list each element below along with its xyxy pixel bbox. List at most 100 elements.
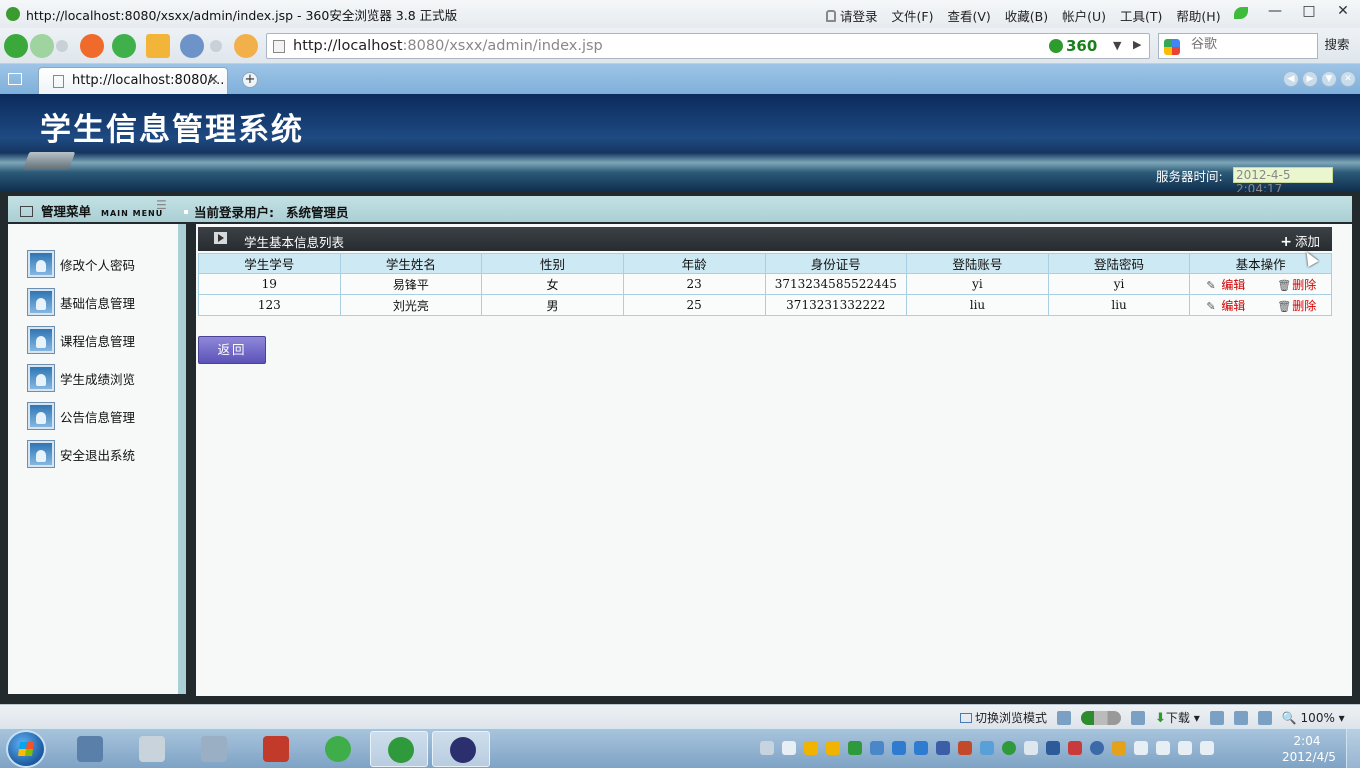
tab-list-icon[interactable]: ▼ bbox=[1321, 71, 1337, 87]
maximize-button[interactable]: □ bbox=[1292, 0, 1326, 24]
chevron-down-icon[interactable]: ▼ bbox=[1113, 39, 1121, 52]
edit-link[interactable]: 编辑 bbox=[1221, 299, 1245, 313]
tray-app-icon[interactable] bbox=[848, 741, 862, 755]
mode-toggle[interactable] bbox=[1081, 710, 1122, 725]
undo-close-icon[interactable] bbox=[180, 34, 204, 58]
toolbox-icon bbox=[263, 736, 289, 762]
switch-mode-button[interactable]: 切换浏览模式 bbox=[960, 709, 1047, 726]
tray-app-icon[interactable] bbox=[936, 741, 950, 755]
add-button[interactable]: + 添加 bbox=[1280, 231, 1320, 250]
google-icon[interactable] bbox=[1164, 39, 1180, 55]
search-box[interactable] bbox=[1158, 33, 1318, 59]
tray-app-icon[interactable] bbox=[980, 741, 994, 755]
tray-app-icon[interactable] bbox=[1024, 741, 1038, 755]
taskbar-app[interactable] bbox=[308, 731, 366, 767]
menu-help[interactable]: 帮助(H) bbox=[1176, 6, 1220, 25]
address-bar[interactable]: http://localhost:8080/xsxx/admin/index.j… bbox=[266, 33, 1150, 59]
qq-icon[interactable] bbox=[804, 741, 818, 755]
menu-view[interactable]: 查看(V) bbox=[947, 6, 990, 25]
shield-icon[interactable] bbox=[892, 741, 906, 755]
panel-icon[interactable] bbox=[1209, 710, 1224, 725]
sidebar-item-grades[interactable]: 学生成绩浏览 bbox=[27, 364, 135, 392]
layout-icon[interactable] bbox=[1233, 710, 1248, 725]
show-desktop-button[interactable] bbox=[1346, 729, 1360, 768]
menu-account[interactable]: 帐户(U) bbox=[1062, 6, 1106, 25]
delete-link[interactable]: 删除 bbox=[1292, 278, 1316, 292]
home-icon[interactable] bbox=[146, 34, 170, 58]
security-badge[interactable]: 360 bbox=[1049, 37, 1097, 55]
network-icon[interactable] bbox=[1178, 741, 1192, 755]
login-menu[interactable]: 请登录 bbox=[826, 6, 878, 25]
tray-app-icon[interactable] bbox=[870, 741, 884, 755]
sidebar-item-logout[interactable]: 安全退出系统 bbox=[27, 440, 135, 468]
windows-taskbar: 2:04 2012/4/5 bbox=[0, 728, 1360, 768]
table-row: 19 易锋平 女 23 3713234585522445 yi yi ✎ 编辑 🗑… bbox=[198, 273, 1332, 295]
history-dropdown-icon[interactable] bbox=[56, 40, 68, 52]
cell-age: 25 bbox=[622, 294, 766, 316]
shield-icon[interactable] bbox=[914, 741, 928, 755]
flag-icon[interactable] bbox=[1134, 741, 1148, 755]
keyboard-icon[interactable] bbox=[760, 741, 774, 755]
speaker-icon[interactable] bbox=[1257, 710, 1272, 725]
menu-tools[interactable]: 工具(T) bbox=[1120, 6, 1162, 25]
close-button[interactable]: ✕ bbox=[1326, 0, 1360, 24]
zoom-control[interactable]: 🔍 100% ▾ bbox=[1282, 711, 1345, 725]
sidebar-item-change-password[interactable]: 修改个人密码 bbox=[27, 250, 135, 278]
tab-close-icon[interactable]: ✕ bbox=[207, 72, 219, 88]
menu-file[interactable]: 文件(F) bbox=[892, 6, 934, 25]
back-button[interactable]: 返回 bbox=[198, 336, 266, 364]
qq-icon[interactable] bbox=[826, 741, 840, 755]
sidebar-item-course-info[interactable]: 课程信息管理 bbox=[27, 326, 135, 354]
screenshot-icon[interactable] bbox=[1131, 710, 1146, 725]
stop-icon[interactable] bbox=[80, 34, 104, 58]
tray-app-icon[interactable] bbox=[1002, 741, 1016, 755]
menu-favorites[interactable]: 收藏(B) bbox=[1005, 6, 1048, 25]
taskbar-app-eclipse[interactable] bbox=[432, 731, 490, 767]
address-url[interactable]: http://localhost:8080/xsxx/admin/index.j… bbox=[293, 38, 603, 54]
forward-arrow-icon[interactable] bbox=[30, 34, 54, 58]
minimize-button[interactable]: — bbox=[1258, 0, 1292, 24]
table-row: 123 刘光亮 男 25 3713231332222 liu liu ✎ 编辑 🗑… bbox=[198, 294, 1332, 316]
clock-time: 2:04 bbox=[1293, 734, 1321, 748]
tray-app-icon[interactable] bbox=[1068, 741, 1082, 755]
new-tab-button[interactable]: + bbox=[242, 72, 258, 88]
taskbar-clock[interactable]: 2:04 2012/4/5 bbox=[1282, 733, 1336, 765]
tray-app-icon[interactable] bbox=[782, 741, 796, 755]
tray-app-icon[interactable] bbox=[1046, 741, 1060, 755]
tray-app-icon[interactable] bbox=[958, 741, 972, 755]
edit-link[interactable]: 编辑 bbox=[1221, 278, 1245, 292]
leaf-icon[interactable] bbox=[1234, 7, 1248, 19]
search-button[interactable]: 搜索 bbox=[1320, 33, 1354, 59]
paw-icon[interactable] bbox=[234, 34, 258, 58]
taskbar-app[interactable] bbox=[122, 731, 180, 767]
user-icon bbox=[27, 402, 55, 430]
sidebar-item-basic-info[interactable]: 基础信息管理 bbox=[27, 288, 135, 316]
download-button[interactable]: ⬇下载 ▾ bbox=[1155, 709, 1200, 726]
tray-app-icon[interactable] bbox=[1156, 741, 1170, 755]
taskbar-app[interactable] bbox=[246, 731, 304, 767]
sidebar-toggle-icon[interactable] bbox=[8, 73, 22, 85]
sidebar-item-announcements[interactable]: 公告信息管理 bbox=[27, 402, 135, 430]
undo-dropdown-icon[interactable] bbox=[210, 40, 222, 52]
tray-app-icon[interactable] bbox=[1090, 741, 1104, 755]
go-arrow-icon[interactable]: ▶ bbox=[1133, 38, 1141, 51]
cell-account: yi bbox=[906, 273, 1049, 295]
volume-icon[interactable] bbox=[1200, 741, 1214, 755]
tray-app-icon[interactable] bbox=[1112, 741, 1126, 755]
start-button[interactable] bbox=[6, 730, 46, 768]
delete-link[interactable]: 删除 bbox=[1292, 299, 1316, 313]
globe-icon[interactable] bbox=[1057, 710, 1072, 725]
cell-idcard: 3713234585522445 bbox=[764, 273, 908, 295]
tab-right-icon[interactable]: ▶ bbox=[1302, 71, 1318, 87]
tab-close-all-icon[interactable]: ✕ bbox=[1340, 71, 1356, 87]
taskbar-app-360browser[interactable] bbox=[370, 731, 428, 767]
refresh-icon[interactable] bbox=[112, 34, 136, 58]
tab-admin-index[interactable]: http://localhost:8080/... ✕ bbox=[38, 67, 228, 94]
user-icon bbox=[27, 326, 55, 354]
taskbar-app[interactable] bbox=[184, 731, 242, 767]
search-input[interactable] bbox=[1191, 37, 1311, 52]
back-arrow-icon[interactable] bbox=[4, 34, 28, 58]
taskbar-app[interactable] bbox=[60, 731, 118, 767]
tab-left-icon[interactable]: ◀ bbox=[1283, 71, 1299, 87]
window-controls: — □ ✕ bbox=[1258, 0, 1360, 24]
